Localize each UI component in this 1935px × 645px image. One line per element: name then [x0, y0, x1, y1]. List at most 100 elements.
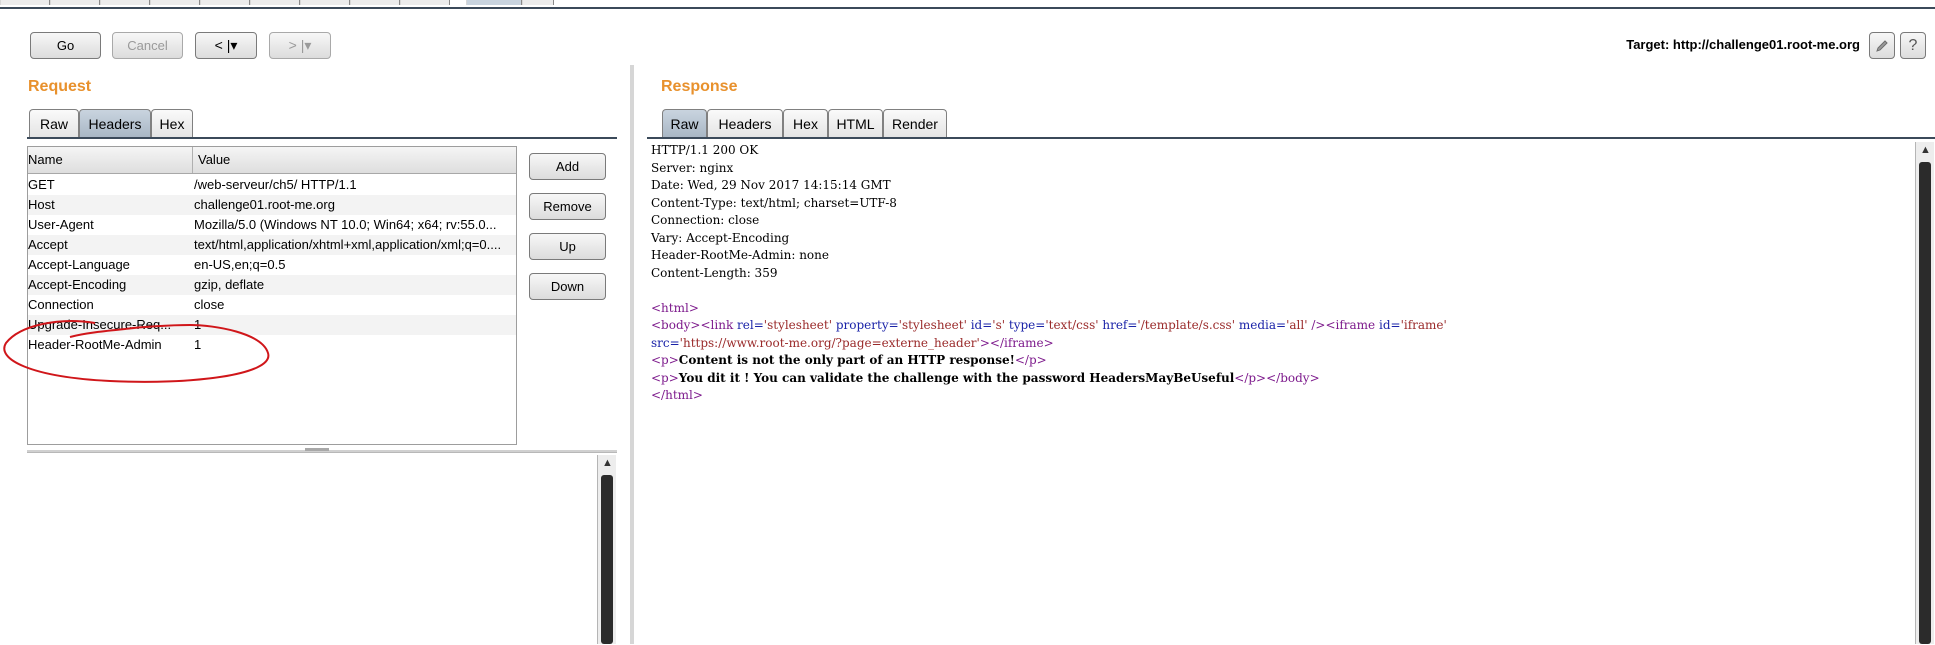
status-line: HTTP/1.1 200 OK — [651, 143, 759, 157]
top-tab[interactable] — [350, 0, 400, 5]
top-tab[interactable] — [0, 0, 50, 5]
response-header-line: Date: Wed, 29 Nov 2017 14:15:14 GMT — [651, 178, 891, 192]
attr-token: media= — [1238, 318, 1287, 332]
table-row[interactable]: GET/web-serveur/ch5/ HTTP/1.1 — [28, 175, 516, 195]
header-value: /web-serveur/ch5/ HTTP/1.1 — [194, 177, 357, 192]
value-token: 'https://www.root-me.org/?page=externe_h… — [679, 335, 980, 350]
scroll-thumb[interactable] — [1919, 162, 1931, 644]
cancel-button[interactable]: Cancel — [112, 32, 183, 59]
response-header-line: Header-RootMe-Admin: none — [651, 248, 829, 262]
top-tab[interactable] — [150, 0, 200, 5]
header-name: Accept-Encoding — [28, 277, 127, 292]
header-name: Connection — [28, 297, 94, 312]
response-header-line: Server: nginx — [651, 160, 734, 175]
tab-response-raw[interactable]: Raw — [662, 109, 707, 137]
top-tab[interactable] — [100, 0, 150, 5]
header-value: text/html,application/xhtml+xml,applicat… — [194, 237, 502, 252]
tag-token: <link — [700, 318, 734, 332]
paragraph-line-2: <p>You dit it ! You can validate the cha… — [651, 370, 1320, 388]
response-scrollbar[interactable]: ▲ — [1915, 142, 1934, 644]
tag-token: </iframe> — [989, 335, 1054, 350]
table-row[interactable]: Accept text/html,application/xhtml+xml,ap… — [28, 235, 516, 255]
tag-token: > — [979, 335, 990, 350]
value-token: '/template/s.css' — [1137, 318, 1236, 332]
request-tab-underline — [27, 137, 617, 139]
top-tab-new[interactable] — [522, 0, 554, 5]
tag-token: <p> — [651, 353, 679, 367]
scroll-up-icon[interactable]: ▲ — [1920, 144, 1931, 156]
top-tab-strip — [0, 0, 1935, 9]
attr-token: src= — [651, 335, 680, 350]
attr-token: property= — [835, 318, 899, 332]
vertical-splitter[interactable] — [630, 65, 634, 644]
pane-divider-grip[interactable] — [305, 448, 329, 451]
attr-token: rel= — [737, 318, 764, 332]
response-raw-viewer[interactable] — [649, 142, 1914, 644]
header-value: challenge01.root-me.org — [194, 197, 335, 212]
value-token: 'iframe' — [1400, 318, 1447, 332]
tab-response-hex[interactable]: Hex — [783, 109, 828, 137]
column-value[interactable]: Value — [192, 147, 230, 173]
tag-token: </p> — [1014, 353, 1047, 367]
tag-token: <iframe — [1325, 318, 1376, 332]
annotation-circle — [3, 320, 270, 383]
pencil-icon — [1876, 39, 1888, 52]
tab-request-headers[interactable]: Headers — [79, 109, 151, 137]
forward-button[interactable]: > |▾ — [269, 32, 331, 59]
top-tab[interactable] — [50, 0, 100, 5]
scroll-thumb[interactable] — [601, 475, 613, 644]
table-row[interactable]: User-Agent Mozilla/5.0 (Windows NT 10.0; … — [28, 215, 516, 235]
body-link-line: <body><link rel='stylesheet' property='s… — [651, 317, 1447, 335]
paragraph-line-1: <p>Content is not the only part of an HT… — [651, 352, 1047, 370]
table-row[interactable]: Accept-Encoding gzip, deflate — [28, 275, 516, 295]
response-header-line: Content-Type: text/html; charset=UTF-8 — [651, 195, 897, 210]
add-button[interactable]: Add — [529, 153, 606, 180]
tag-token: <p> — [651, 370, 679, 385]
back-button[interactable]: < |▾ — [195, 32, 257, 59]
remove-button[interactable]: Remove — [529, 193, 606, 220]
header-name: GET — [28, 177, 55, 192]
response-header-line: Vary: Accept-Encoding — [651, 230, 790, 245]
request-body-editor[interactable] — [27, 452, 617, 645]
headers-table-header: Name Value — [28, 147, 516, 174]
response-title: Response — [661, 78, 738, 95]
tag-token: /> — [1311, 318, 1326, 332]
top-tab-active[interactable] — [466, 0, 522, 5]
header-name: Accept — [28, 237, 68, 252]
header-value: Mozilla/5.0 (Windows NT 10.0; Win64; x64… — [194, 217, 497, 232]
header-name: User-Agent — [28, 217, 94, 232]
header-name: Accept-Language — [28, 257, 130, 272]
top-tab[interactable] — [250, 0, 300, 5]
header-name: Host — [28, 197, 55, 212]
request-body-scrollbar[interactable]: ▲ — [597, 455, 616, 644]
tag-token: <body> — [651, 318, 701, 332]
up-button[interactable]: Up — [529, 233, 606, 260]
top-tab[interactable] — [300, 0, 350, 5]
scroll-up-icon[interactable]: ▲ — [602, 457, 613, 469]
tag-token: </html> — [651, 388, 703, 402]
edit-target-button[interactable] — [1869, 32, 1895, 59]
table-row[interactable]: Host challenge01.root-me.org — [28, 195, 516, 215]
help-button[interactable]: ? — [1900, 32, 1926, 59]
table-row[interactable]: Connection close — [28, 295, 516, 315]
html-close-line: </html> — [651, 387, 703, 405]
top-tab[interactable] — [400, 0, 450, 5]
tag-token: <html> — [651, 300, 699, 315]
top-tab[interactable] — [200, 0, 250, 5]
go-button[interactable]: Go — [30, 32, 101, 59]
tab-response-render[interactable]: Render — [883, 109, 947, 137]
tab-request-hex[interactable]: Hex — [151, 109, 193, 137]
header-value: gzip, deflate — [194, 277, 265, 292]
header-value: close — [194, 297, 225, 312]
header-value: en-US,en;q=0.5 — [194, 257, 286, 272]
tab-response-headers[interactable]: Headers — [707, 109, 783, 137]
tag-token: </p> — [1234, 370, 1267, 385]
value-token: 'stylesheet' — [763, 318, 832, 332]
column-name[interactable]: Name — [28, 152, 63, 167]
tab-response-html[interactable]: HTML — [828, 109, 883, 137]
table-row[interactable]: Accept-Language en-US,en;q=0.5 — [28, 255, 516, 275]
tab-request-raw[interactable]: Raw — [29, 109, 79, 137]
headers-table: Name Value GET/web-serveur/ch5/ HTTP/1.1… — [27, 146, 517, 445]
value-token: 'all' — [1286, 318, 1308, 332]
down-button[interactable]: Down — [529, 273, 606, 300]
